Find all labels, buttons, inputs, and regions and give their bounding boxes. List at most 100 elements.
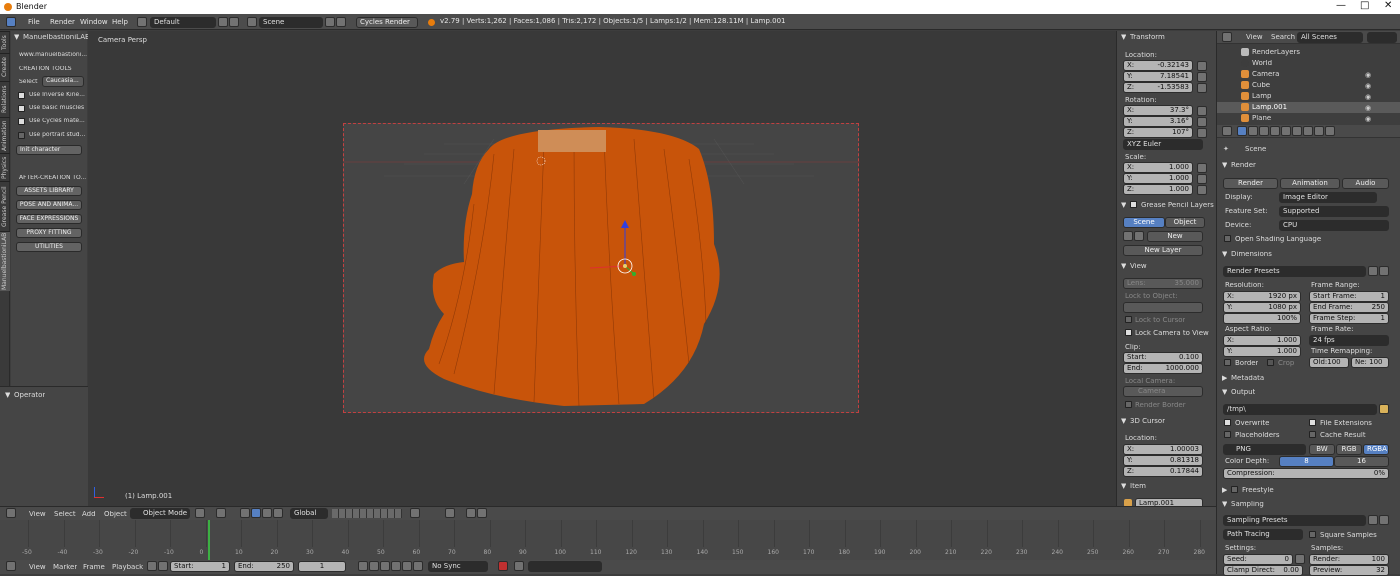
properties-editor-icon[interactable] (1222, 126, 1232, 136)
resolution-y-field[interactable]: Y: 1080 px (1223, 302, 1301, 313)
translate-icon[interactable] (251, 508, 261, 518)
lock-rotation-z-icon[interactable] (1197, 128, 1207, 138)
init-character-button[interactable]: Init character (16, 145, 82, 155)
render-image-icon[interactable] (466, 508, 476, 518)
preview-samples-field[interactable]: Preview: 32 (1309, 565, 1389, 576)
timeline-area[interactable]: -50 -40 -30 -20 -10 0 10 20 30 40 50 60 70 80 90 100 110… (0, 520, 1216, 560)
menu-render[interactable]: Render (50, 18, 75, 26)
jump-end-icon[interactable] (413, 561, 423, 571)
gp-pencil-icon[interactable] (1123, 231, 1133, 241)
compression-field[interactable]: Compression: 0% (1223, 468, 1389, 479)
sampling-add-icon[interactable] (1368, 515, 1378, 525)
portrait-checkbox[interactable] (18, 132, 25, 139)
current-frame-marker[interactable] (208, 520, 210, 560)
orientation-select[interactable]: Global (290, 508, 328, 519)
transform-collapse-icon[interactable]: ▼ (1121, 34, 1126, 41)
color-bw-toggle[interactable]: BW (1309, 444, 1335, 455)
outliner-item-world[interactable]: World (1217, 58, 1400, 69)
timeline-view-menu[interactable]: View (29, 564, 46, 571)
viewport-select-menu[interactable]: Select (54, 511, 76, 518)
viewport-add-menu[interactable]: Add (82, 511, 96, 518)
border-checkbox[interactable] (1224, 359, 1231, 366)
outliner-item-lamp-001[interactable]: Lamp.001 ◉ (1217, 102, 1400, 113)
end-frame-input[interactable]: End: 250 (234, 561, 294, 572)
local-camera-field[interactable]: Camera (1123, 386, 1203, 397)
play-icon[interactable] (391, 561, 401, 571)
sampling-presets-select[interactable]: Sampling Presets (1223, 515, 1366, 526)
visibility-icon[interactable]: ◉ (1365, 104, 1371, 112)
cache-result-checkbox[interactable] (1309, 431, 1316, 438)
keying-set-field[interactable] (528, 561, 602, 572)
sampling-collapse-icon[interactable]: ▼ (1222, 501, 1227, 508)
scale-icon[interactable] (273, 508, 283, 518)
play-reverse-icon[interactable] (380, 561, 390, 571)
device-select[interactable]: CPU (1279, 220, 1389, 231)
timeline-playback-menu[interactable]: Playback (112, 564, 143, 571)
resolution-x-field[interactable]: X: 1920 px (1223, 291, 1301, 302)
material-context-icon[interactable] (1314, 126, 1324, 136)
scale-z-field[interactable]: Z: 1.000 (1123, 184, 1193, 195)
scene-context-icon[interactable] (1259, 126, 1269, 136)
gp-new-button[interactable]: New (1147, 231, 1203, 242)
layout-field[interactable]: Default (150, 17, 216, 28)
cursor-x-field[interactable]: X: 1.00003 (1123, 444, 1203, 455)
scene-add-icon[interactable] (325, 17, 335, 27)
layer-grid[interactable] (332, 509, 402, 518)
texture-context-icon[interactable] (1325, 126, 1335, 136)
preset-add-icon[interactable] (1368, 266, 1378, 276)
resolution-percent-field[interactable]: 100% (1223, 313, 1301, 324)
viewport-view-menu[interactable]: View (29, 511, 46, 518)
audio-button[interactable]: Audio (1342, 178, 1389, 189)
scene-field[interactable]: Scene (259, 17, 323, 28)
utilities-button[interactable]: UTILITIES (16, 242, 82, 252)
scene-icon[interactable] (247, 17, 257, 27)
clip-end-field[interactable]: End: 1000.000 (1123, 363, 1203, 374)
outliner-editor-icon[interactable] (1222, 32, 1232, 42)
cycles-checkbox[interactable] (18, 118, 25, 125)
mode-select[interactable]: Object Mode (130, 508, 190, 519)
menu-file[interactable]: File (28, 18, 40, 26)
rotate-icon[interactable] (262, 508, 272, 518)
location-x-field[interactable]: X: -0.32143 (1123, 60, 1193, 71)
preset-remove-icon[interactable] (1379, 266, 1389, 276)
seed-field[interactable]: Seed: 0 (1223, 554, 1293, 565)
preview-range-icon[interactable] (147, 561, 157, 571)
manipulator-icon[interactable] (240, 508, 250, 518)
gp-scene-toggle[interactable]: Scene (1123, 217, 1165, 228)
lock-scale-y-icon[interactable] (1197, 174, 1207, 184)
time-new-field[interactable]: Ne: 100 (1351, 357, 1389, 368)
outliner-view-menu[interactable]: View (1246, 34, 1263, 41)
aspect-y-field[interactable]: Y: 1.000 (1223, 346, 1301, 357)
menu-help[interactable]: Help (112, 18, 128, 26)
outliner-item-cube[interactable]: Cube ◉ (1217, 80, 1400, 91)
osl-checkbox[interactable] (1224, 235, 1231, 242)
cursor-collapse-icon[interactable]: ▼ (1121, 418, 1126, 425)
menu-window[interactable]: Window (80, 18, 108, 26)
grease-pencil-checkbox[interactable] (1130, 201, 1137, 208)
editor-type-icon[interactable] (6, 17, 16, 27)
tab-tools[interactable]: Tools (0, 31, 10, 53)
render-border-checkbox[interactable] (1125, 401, 1132, 408)
lock-rotation-y-icon[interactable] (1197, 117, 1207, 127)
rotation-x-field[interactable]: X: 37.3° (1123, 105, 1193, 116)
view-collapse-icon[interactable]: ▼ (1121, 263, 1126, 270)
pin-icon[interactable]: ✦ (1223, 145, 1229, 153)
outliner-item-camera[interactable]: Camera ◉ (1217, 69, 1400, 80)
grease-pencil-collapse-icon[interactable]: ▼ (1121, 202, 1126, 209)
freestyle-checkbox[interactable] (1231, 486, 1238, 493)
close-button[interactable]: ✕ (1384, 1, 1392, 11)
keying-set-icon[interactable] (514, 561, 524, 571)
lock-camera-checkbox[interactable] (1125, 329, 1132, 336)
outliner-item-renderlayers[interactable]: RenderLayers (1217, 47, 1400, 58)
lock-location-y-icon[interactable] (1197, 72, 1207, 82)
layout-remove-icon[interactable] (229, 17, 239, 27)
tab-relations[interactable]: Relations (0, 81, 10, 117)
lock-layers-icon[interactable] (410, 508, 420, 518)
shading-icon[interactable] (195, 508, 205, 518)
sampling-remove-icon[interactable] (1379, 515, 1389, 525)
cursor-z-field[interactable]: Z: 0.17844 (1123, 466, 1203, 477)
cursor-y-field[interactable]: Y: 0.81318 (1123, 455, 1203, 466)
render-context-icon[interactable] (1237, 126, 1247, 136)
minimize-button[interactable]: — (1336, 1, 1346, 11)
animation-button[interactable]: Animation (1280, 178, 1340, 189)
